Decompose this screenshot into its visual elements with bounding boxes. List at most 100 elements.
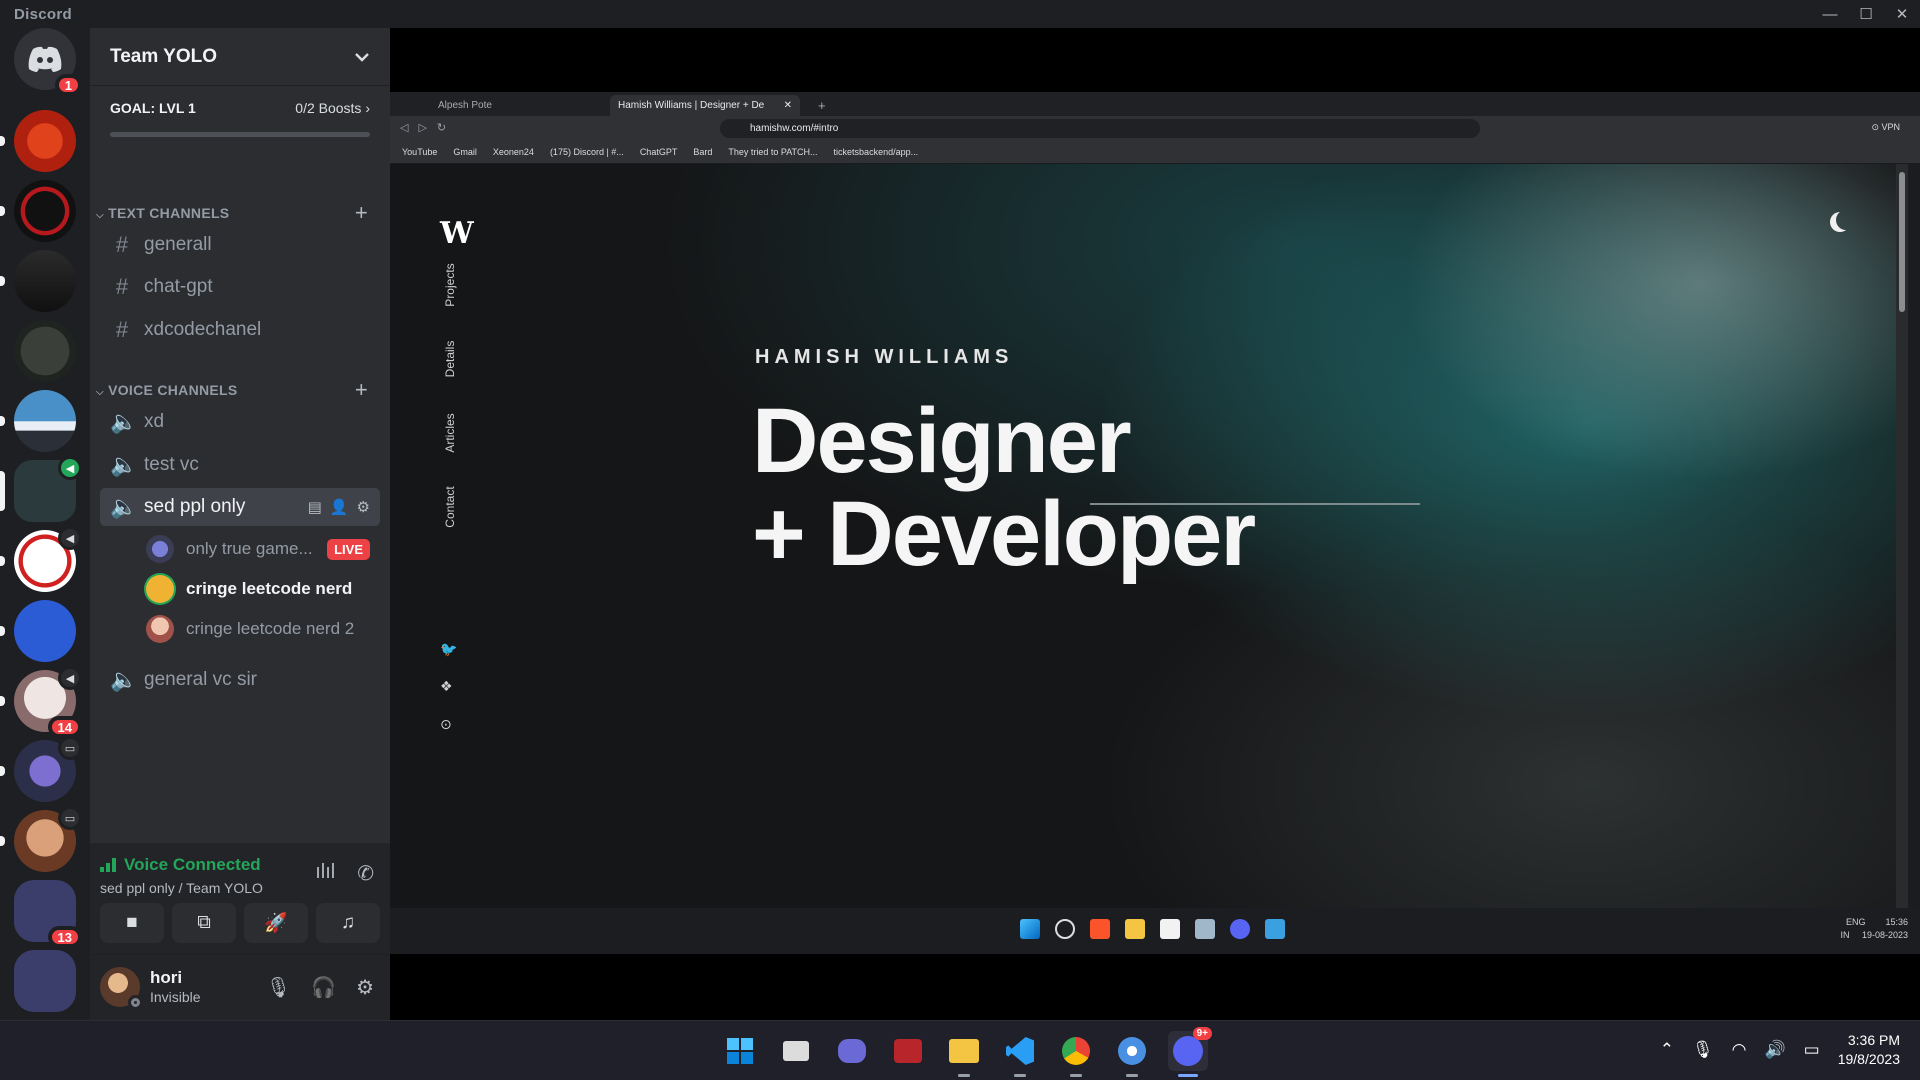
voice-channels-category[interactable]: ⌵ VOICE CHANNELS + [96, 377, 368, 403]
noise-suppression-icon[interactable]: ılıl [315, 861, 335, 886]
text-channels-category[interactable]: ⌵ TEXT CHANNELS + [96, 200, 368, 226]
camera-button[interactable]: ■ [100, 903, 164, 943]
voice-member[interactable]: cringe leetcode nerd [146, 571, 380, 607]
bookmark-tickets[interactable]: ticketsbackend/app... [834, 147, 919, 157]
browser-tab[interactable]: Alpesh Pote [430, 95, 500, 116]
volume-icon[interactable]: 🔊 [1764, 1040, 1785, 1060]
gear-icon[interactable]: ⚙ [357, 498, 370, 516]
mention-badge: 14 [47, 716, 82, 738]
nav-details[interactable]: Details [443, 329, 457, 389]
close-button[interactable]: ✕ [1884, 0, 1920, 28]
browser-tab-active[interactable]: Hamish Williams | Designer + De ✕ [610, 95, 800, 116]
nav-buttons[interactable]: ◁▷↻ [400, 121, 456, 134]
moon-icon[interactable] [1836, 210, 1856, 230]
site-logo[interactable]: W [440, 216, 474, 251]
discord-button[interactable]: 9+ [1168, 1027, 1212, 1077]
add-channel-icon[interactable]: + [355, 200, 368, 226]
server-icon-team-yolo[interactable]: ◀ [0, 456, 82, 522]
task-view-button[interactable] [776, 1031, 816, 1071]
app-button[interactable] [888, 1031, 928, 1071]
channel-generall[interactable]: # generall [100, 226, 380, 264]
bookmark-xeonen24[interactable]: Xeonen24 [493, 147, 534, 157]
server-icon[interactable]: ◀ [0, 526, 82, 592]
invite-icon[interactable]: 👤 [330, 498, 349, 516]
soundboard-button[interactable]: ♫ [316, 903, 380, 943]
bookmark-gmail[interactable]: Gmail [453, 147, 477, 157]
boost-goal[interactable]: GOAL: LVL 1 0/2 Boosts › [90, 86, 390, 168]
microphone-icon[interactable]: 🎙 [1692, 1040, 1714, 1060]
chevron-down-icon: ⌵ [96, 210, 104, 221]
voice-channel-sed-ppl-only[interactable]: 🔈 sed ppl only ▤ 👤 ⚙ [100, 488, 380, 526]
chrome-profile-button[interactable] [1112, 1031, 1152, 1077]
vscode-button[interactable] [1000, 1031, 1040, 1077]
voice-channel-xd[interactable]: 🔈 xd [100, 403, 380, 441]
server-icon[interactable] [14, 320, 76, 382]
chat-icon[interactable]: ▤ [308, 498, 322, 516]
stream-view[interactable]: Alpesh Pote Hamish Williams | Designer +… [390, 28, 1920, 1020]
channel-chat-gpt[interactable]: # chat-gpt [100, 268, 380, 306]
teams-chat-button[interactable] [832, 1031, 872, 1071]
server-icon[interactable]: ▭ [0, 806, 82, 872]
bookmark-chatgpt[interactable]: ChatGPT [640, 147, 678, 157]
start-button[interactable] [720, 1031, 760, 1071]
nav-articles[interactable]: Articles [443, 403, 457, 463]
streamed-taskbar-icons [1020, 919, 1285, 939]
chevron-up-icon[interactable]: ⌃ [1660, 1040, 1674, 1060]
wifi-icon[interactable]: ◠ [1732, 1040, 1747, 1060]
channel-xdcodechanel[interactable]: # xdcodechanel [100, 311, 380, 349]
scrollbar[interactable] [1896, 164, 1908, 908]
system-clock[interactable]: 3:36 PM 19/8/2023 [1838, 1031, 1900, 1069]
server-folder[interactable]: 13 [14, 880, 82, 948]
activity-rocket-button[interactable]: 🚀 [244, 903, 308, 943]
maximize-button[interactable]: ☐ [1848, 0, 1884, 28]
live-badge[interactable]: LIVE [327, 538, 370, 560]
app-icon [894, 1039, 922, 1063]
voice-location[interactable]: sed ppl only / Team YOLO [100, 880, 263, 896]
voice-status[interactable]: Voice Connected [124, 855, 261, 875]
server-icon[interactable] [0, 180, 76, 242]
speaker-icon: ◀ [61, 669, 79, 687]
server-icon[interactable]: ▭ [0, 736, 82, 802]
bookmark-bard[interactable]: Bard [693, 147, 712, 157]
disconnect-icon[interactable]: ✆ [357, 861, 374, 886]
server-icon[interactable] [0, 600, 76, 662]
gear-icon[interactable]: ⚙ [356, 975, 374, 1000]
battery-icon[interactable]: ▭ [1804, 1040, 1820, 1060]
server-icon[interactable] [0, 250, 76, 312]
bookmark-youtube[interactable]: YouTube [402, 147, 437, 157]
close-icon[interactable]: ✕ [784, 100, 792, 111]
server-icon[interactable] [0, 390, 76, 452]
nav-contact[interactable]: Contact [443, 477, 457, 537]
headphones-icon[interactable]: 🎧 [311, 975, 336, 1000]
nav-projects[interactable]: Projects [443, 255, 457, 315]
voice-channel-general-vc-sir[interactable]: 🔈 general vc sir [100, 661, 380, 699]
voice-member[interactable]: only true game... LIVE [146, 531, 380, 567]
screen-share-button[interactable]: ⧉ [172, 903, 236, 943]
figma-icon[interactable]: ❖ [440, 678, 453, 695]
server-icon[interactable] [0, 110, 76, 172]
home-button[interactable]: 1 [14, 28, 82, 96]
signal-strength-icon[interactable] [100, 858, 116, 872]
microphone-icon[interactable]: 🎙 [266, 975, 291, 1000]
address-bar[interactable]: hamishw.com/#intro [720, 119, 1480, 138]
server-icon[interactable]: ◀ 14 [0, 666, 82, 738]
avatar [146, 575, 174, 603]
server-header[interactable]: Team YOLO [90, 28, 390, 86]
minimize-button[interactable]: — [1812, 0, 1848, 28]
github-icon[interactable]: ⊙ [440, 716, 452, 733]
streamed-tray: ENG 15:36 IN 19-08-2023 [1840, 916, 1908, 942]
twitter-icon[interactable]: 🐦 [440, 641, 457, 658]
voice-channel-test-vc[interactable]: 🔈 test vc [100, 446, 380, 484]
add-channel-icon[interactable]: + [355, 377, 368, 403]
vpn-button[interactable]: ⊙ VPN [1871, 122, 1900, 133]
server-folder[interactable] [14, 950, 76, 1012]
username[interactable]: hori [150, 968, 182, 988]
file-explorer-button[interactable] [944, 1031, 984, 1077]
bookmark-discord[interactable]: (175) Discord | #... [550, 147, 624, 157]
chrome-button[interactable] [1056, 1031, 1096, 1077]
browser-tab-bar: Alpesh Pote Hamish Williams | Designer +… [390, 92, 1920, 116]
new-tab-icon[interactable]: + [810, 95, 834, 116]
bookmark-patch[interactable]: They tried to PATCH... [728, 147, 817, 157]
voice-member[interactable]: cringe leetcode nerd 2 [146, 611, 380, 647]
tab-label: Hamish Williams | Designer + De [618, 100, 765, 111]
